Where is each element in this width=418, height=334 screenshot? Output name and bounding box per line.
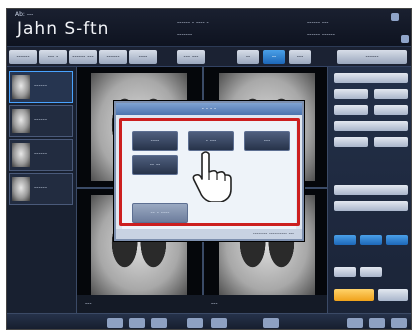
tool-icon[interactable] <box>211 318 227 328</box>
panel-button[interactable] <box>334 89 368 99</box>
panel-button[interactable] <box>374 105 408 115</box>
panel-button[interactable] <box>334 201 408 211</box>
tool-icon[interactable] <box>391 318 407 328</box>
panel-button[interactable] <box>334 121 408 131</box>
header-info-1: ------ - ---- - <box>177 19 209 26</box>
tool-icon[interactable] <box>151 318 167 328</box>
panel-button[interactable] <box>334 185 408 195</box>
panel-button[interactable] <box>386 235 408 245</box>
patient-header: Ab: --- Jahn S-ftn ------ - ---- - -----… <box>7 9 411 47</box>
panel-button[interactable] <box>360 267 382 277</box>
dialog-title: - - - - <box>116 103 302 115</box>
panel-button[interactable] <box>334 105 368 115</box>
header-info-3: ------ --- <box>307 19 329 26</box>
panel-button[interactable] <box>334 267 356 277</box>
thumbnail-item[interactable]: ------ <box>9 71 73 103</box>
dialog-footer: -------- ---------- --- <box>116 229 302 239</box>
thumbnail-panel: ------ ------ ------ ------ <box>7 67 77 329</box>
panel-button[interactable] <box>360 235 382 245</box>
panel-button[interactable] <box>334 137 368 147</box>
bottom-toolbar <box>7 313 411 329</box>
thumbnail-label: ------ <box>34 82 47 89</box>
tab-10[interactable]: ------ <box>337 50 407 64</box>
control-panel <box>327 67 411 329</box>
panel-button[interactable] <box>374 137 408 147</box>
tool-icon[interactable] <box>187 318 203 328</box>
thumbnail-item[interactable]: ------ <box>9 139 73 171</box>
panel-button[interactable] <box>374 89 408 99</box>
pointing-hand-icon <box>192 151 232 202</box>
header-info-2: ------- <box>177 31 193 38</box>
panel-button[interactable] <box>378 289 408 301</box>
patient-name: Jahn S-ftn <box>17 19 110 39</box>
tab-3[interactable]: ------ --- <box>69 50 97 64</box>
header-meta: Ab: --- <box>15 11 34 18</box>
tool-icon[interactable] <box>347 318 363 328</box>
tool-icon[interactable] <box>107 318 123 328</box>
tab-2[interactable]: --- - <box>39 50 67 64</box>
tab-5[interactable]: ---- <box>129 50 157 64</box>
tab-6[interactable]: --- --- <box>177 50 205 64</box>
close-icon[interactable] <box>391 13 399 21</box>
tab-4[interactable]: ------ <box>99 50 127 64</box>
thumbnail-label: ------ <box>34 184 47 191</box>
tool-icon[interactable] <box>129 318 145 328</box>
viewer-footer-left: --- <box>85 300 92 307</box>
output-button[interactable] <box>334 289 374 301</box>
tab-7[interactable]: -- <box>237 50 259 64</box>
header-info-4: ------ ------ <box>307 31 335 38</box>
thumbnail-image <box>12 177 30 201</box>
panel-button[interactable] <box>334 73 408 83</box>
tab-8[interactable]: -- <box>263 50 285 64</box>
settings-icon[interactable] <box>401 35 409 43</box>
thumbnail-image <box>12 75 30 99</box>
tool-icon[interactable] <box>263 318 279 328</box>
tool-icon[interactable] <box>369 318 385 328</box>
tab-9[interactable]: --- <box>289 50 311 64</box>
tool-strip: ------ --- - ------ --- ------ ---- --- … <box>7 47 411 67</box>
tab-1[interactable]: ------ <box>9 50 37 64</box>
thumbnail-label: ------ <box>34 150 47 157</box>
thumbnail-item[interactable]: ------ <box>9 105 73 137</box>
thumbnail-image <box>12 143 30 167</box>
thumbnail-image <box>12 109 30 133</box>
viewer-footer: --- --- <box>77 295 327 313</box>
thumbnail-label: ------ <box>34 116 47 123</box>
thumbnail-item[interactable]: ------ <box>9 173 73 205</box>
viewer-footer-right: --- <box>211 300 218 307</box>
panel-button[interactable] <box>334 235 356 245</box>
